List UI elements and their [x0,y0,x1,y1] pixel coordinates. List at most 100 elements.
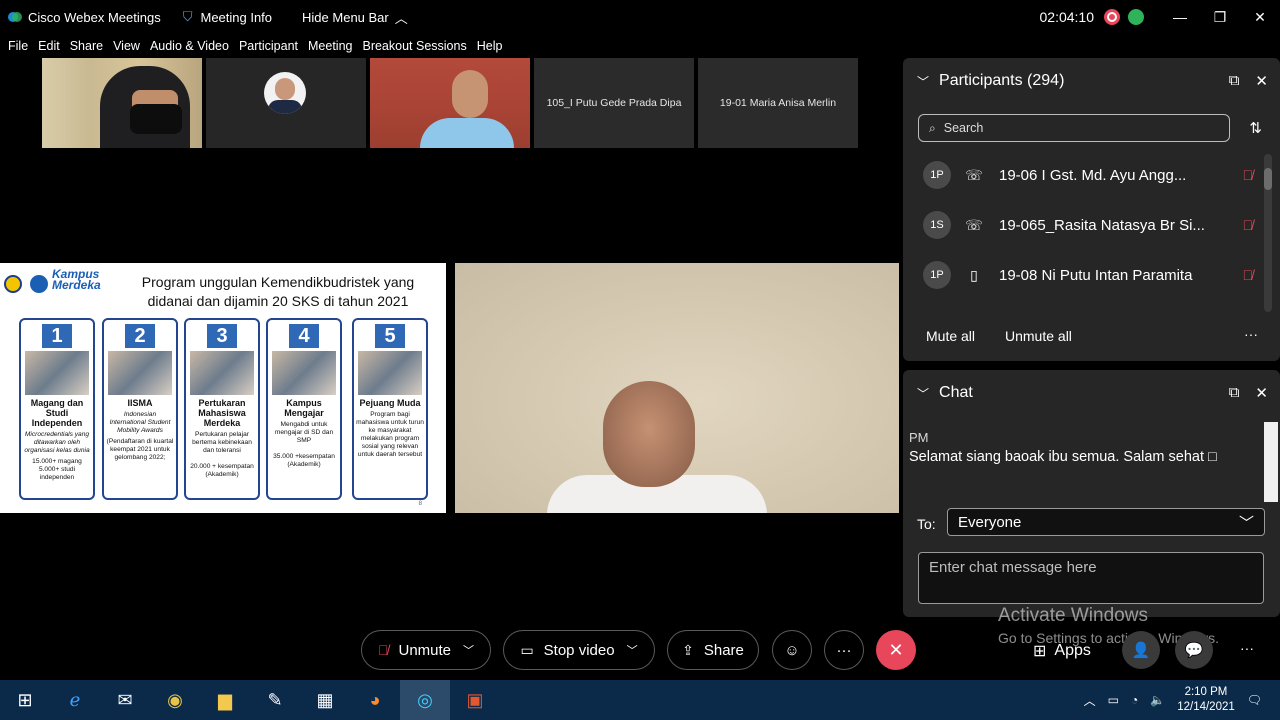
chat-panel: ﹀ Chat ⧉ ✕ PM Selamat siang baoak ibu se… [903,370,1280,617]
camera-icon: ▭ [520,641,534,658]
menu-share[interactable]: Share [70,39,103,53]
close-window-button[interactable]: ✕ [1240,9,1280,26]
tray-chevron-up-icon[interactable]: ︿ [1084,692,1096,709]
mute-all-button[interactable]: Mute all [926,328,975,344]
video-thumbnail[interactable]: 105_I Putu Gede Prada Dipa [534,58,694,148]
sort-icon[interactable]: ⇅ [1249,119,1262,137]
unmute-all-button[interactable]: Unmute all [1005,328,1072,344]
pop-out-icon[interactable]: ⧉ [1229,384,1240,402]
card-subtitle: Indonesian International Student Mobilit… [109,411,171,434]
video-thumbnail[interactable] [370,58,530,148]
menu-file[interactable]: File [8,39,28,53]
menu-meeting[interactable]: Meeting [308,39,352,53]
meeting-info-button[interactable]: ⛉ Meeting Info [183,9,272,25]
chat-header[interactable]: ﹀ Chat [917,384,973,402]
windows-start-icon[interactable]: ⊞ [0,680,50,720]
chat-message-input[interactable]: Enter chat message here [918,552,1264,604]
share-button[interactable]: ⇪ Share [667,630,759,670]
chat-timestamp-fragment: PM [909,430,929,445]
close-panel-icon[interactable]: ✕ [1255,384,1268,402]
pop-out-icon[interactable]: ⧉ [1229,72,1240,90]
wifi-icon[interactable]: ◔ [1131,693,1138,707]
notifications-icon[interactable]: 🗨 [1247,693,1262,707]
app-name: Cisco Webex Meetings [28,9,161,25]
card-photo [272,351,336,395]
leave-meeting-button[interactable]: ✕ [876,630,916,670]
restore-button[interactable]: ❐ [1200,9,1240,26]
more-options-icon[interactable]: ··· [1244,326,1258,342]
participants-scrollbar-thumb[interactable] [1264,168,1272,190]
paint-icon[interactable]: ✎ [250,680,300,720]
muted-mic-icon: 🎙̸ [377,642,389,658]
taskbar-clock[interactable]: 2:10 PM 12/14/2021 [1177,685,1235,715]
active-speaker-video[interactable] [455,263,899,513]
chevron-down-icon[interactable]: ﹀ [917,385,929,402]
card-number: 3 [207,324,237,348]
participant-row[interactable]: 1P ▯ 19-08 Ni Putu Intan Paramita 🎙̸ [923,257,1253,293]
muted-mic-icon[interactable]: 🎙̸ [1243,217,1254,233]
chat-toggle-button[interactable]: 💬 [1175,631,1213,669]
menu-audio-video[interactable]: Audio & Video [150,39,229,53]
card-detail: 15.000+ magang 5.000+ studi independen [32,458,82,481]
muted-mic-icon[interactable]: 🎙̸ [1243,167,1254,183]
ministry-logo-icon [4,275,22,293]
minimize-button[interactable]: — [1160,9,1200,25]
tut-wuri-logo-icon [30,275,48,293]
webex-taskbar-icon[interactable]: ◎ [400,680,450,720]
recording-icon[interactable] [1104,9,1120,25]
speaker-head [603,381,695,487]
firefox-icon[interactable]: ◕ [350,680,400,720]
participant-name: 19-06 I Gst. Md. Ayu Angg... [999,166,1187,184]
menu-edit[interactable]: Edit [38,39,60,53]
search-placeholder: Search [943,121,984,135]
unmute-button[interactable]: 🎙̸ Unmute ﹀ [361,630,491,670]
menu-breakout-sessions[interactable]: Breakout Sessions [362,39,466,53]
chrome-icon[interactable]: ◉ [150,680,200,720]
network-health-icon[interactable] [1128,9,1144,25]
more-options-button[interactable]: ··· [824,630,864,670]
mail-icon[interactable]: ✉ [100,680,150,720]
video-thumbnail[interactable]: 19-01 Maria Anisa Merlin [698,58,858,148]
card-photo [108,351,172,395]
stop-video-button[interactable]: ▭ Stop video ﹀ [503,630,655,670]
menu-participant[interactable]: Participant [239,39,298,53]
video-thumbnail[interactable] [42,58,202,148]
apps-label: Apps [1054,642,1091,659]
participants-toggle-button[interactable]: 👤 [1122,631,1160,669]
chat-recipient-select[interactable]: Everyone ﹀ [947,508,1265,536]
chat-scrollbar[interactable] [1264,422,1278,502]
chevron-down-icon[interactable]: ﹀ [627,642,638,658]
participants-header[interactable]: ﹀ Participants (294) [917,72,1064,90]
close-panel-icon[interactable]: ✕ [1255,72,1268,90]
chevron-down-icon[interactable]: ﹀ [463,642,474,658]
muted-mic-icon[interactable]: 🎙̸ [1243,267,1254,283]
avatar: 1P [923,261,951,289]
menu-view[interactable]: View [113,39,140,53]
participant-row[interactable]: 1S ☏ 19-065_Rasita Natasya Br Si... 🎙̸ [923,207,1253,243]
chevron-down-icon[interactable]: ﹀ [917,73,929,90]
powerpoint-icon[interactable]: ▣ [450,680,500,720]
video-thumbnail[interactable] [206,58,366,148]
file-explorer-icon[interactable]: ▆ [200,680,250,720]
participant-name: 19-01 Maria Anisa Merlin [719,97,837,109]
program-card: 5 Pejuang Muda Program bagi mahasiswa un… [352,318,428,500]
card-number: 1 [42,324,72,348]
slide-title: Program unggulan Kemendikbudristek yang … [141,274,415,309]
recipient-value: Everyone [958,513,1022,531]
program-card: 2 IISMA Indonesian International Student… [102,318,178,500]
panel-actions: ⧉ ✕ [1213,72,1268,90]
apps-button[interactable]: ⊞ Apps [1033,641,1091,661]
hide-menu-bar-button[interactable]: Hide Menu Bar ︿ [302,8,408,27]
card-title: IISMA [127,398,153,408]
volume-icon[interactable]: 🔈 [1150,693,1165,707]
participant-search-input[interactable]: ⌕ Search [918,114,1230,142]
webex-logo-icon [8,12,22,22]
battery-icon[interactable]: ▭ [1108,693,1119,707]
more-options-icon[interactable]: ··· [1240,640,1254,656]
card-title: Pejuang Muda [359,398,421,408]
reactions-button[interactable]: ☺ [772,630,812,670]
edge-icon[interactable]: ℯ [50,680,100,720]
menu-help[interactable]: Help [477,39,503,53]
participant-row[interactable]: 1P ☏ 19-06 I Gst. Md. Ayu Angg... 🎙̸ [923,157,1253,193]
store-icon[interactable]: ▦ [300,680,350,720]
